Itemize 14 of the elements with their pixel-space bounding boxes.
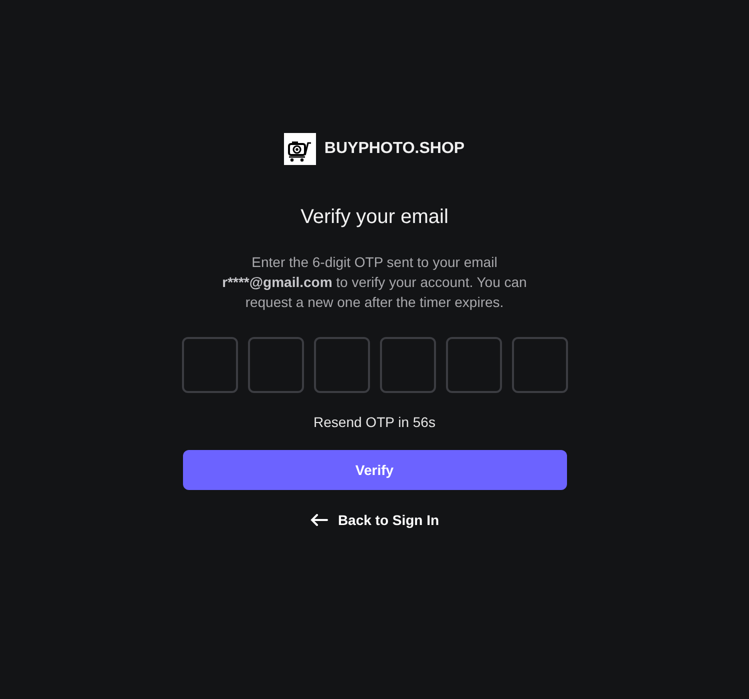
resend-timer: Resend OTP in 56s [314,414,436,430]
otp-digit-field[interactable] [248,337,304,393]
otp-digit-field[interactable] [182,337,238,393]
otp-digit-field[interactable] [512,337,568,393]
brand-name: BUYPHOTO.SHOP [324,140,465,158]
verify-button[interactable]: Verify [182,450,566,490]
instructions-text: Enter the 6-digit OTP sent to your email r****@gmail.com to verify your account. You can request a new one after the timer expires. [221,253,528,312]
otp-digit-field[interactable] [446,337,502,393]
otp-digit-field[interactable] [314,337,370,393]
otp-digit-field[interactable] [380,337,436,393]
camera-cart-logo-icon [284,133,316,165]
arrow-left-icon [310,514,328,526]
page-title: Verify your email [300,206,448,229]
back-to-sign-in-link[interactable]: Back to Sign In [310,512,440,528]
